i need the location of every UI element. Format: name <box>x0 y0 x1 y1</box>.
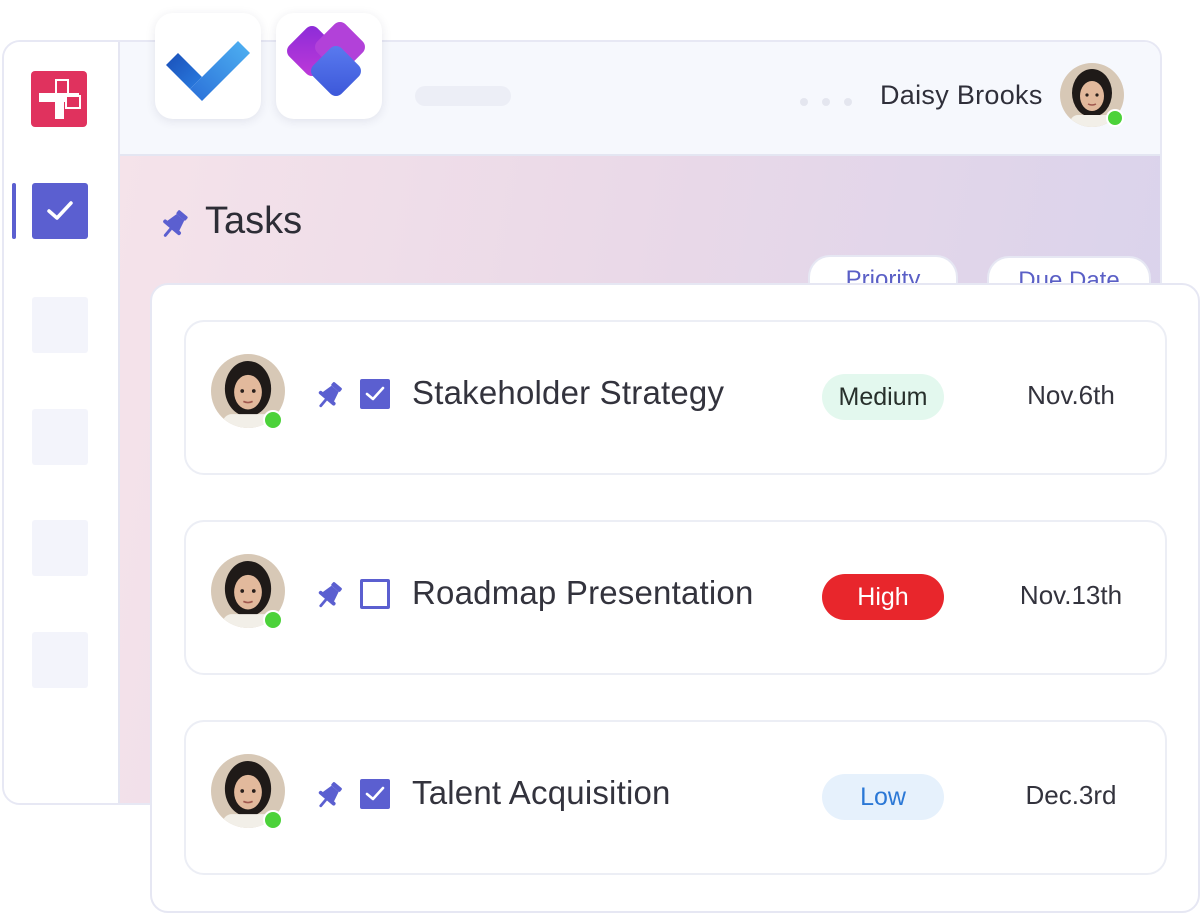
online-status-dot <box>1106 109 1124 127</box>
sidebar <box>4 42 120 803</box>
sidebar-item-3[interactable] <box>32 409 88 465</box>
task-row[interactable]: Stakeholder Strategy Medium Nov.6th <box>184 320 1167 475</box>
assignee-avatar <box>211 354 285 430</box>
task-title[interactable]: Stakeholder Strategy <box>412 374 724 412</box>
active-indicator <box>12 183 16 239</box>
task-checkbox[interactable] <box>360 779 390 809</box>
sidebar-item-4[interactable] <box>32 520 88 576</box>
task-checkbox[interactable] <box>360 379 390 409</box>
pin-icon[interactable] <box>312 379 346 413</box>
user-avatar[interactable] <box>1060 63 1124 127</box>
due-date: Nov.13th <box>1019 580 1123 610</box>
sidebar-item-5[interactable] <box>32 632 88 688</box>
sidebar-item-2[interactable] <box>32 297 88 353</box>
task-checkbox[interactable] <box>360 579 390 609</box>
priority-badge[interactable]: Medium <box>822 374 944 420</box>
due-date: Dec.3rd <box>1025 780 1117 810</box>
app-logo-icon[interactable] <box>31 71 87 127</box>
priority-badge[interactable]: Low <box>822 774 944 820</box>
task-title[interactable]: Roadmap Presentation <box>412 574 754 612</box>
task-row[interactable]: Talent Acquisition Low Dec.3rd <box>184 720 1167 875</box>
user-name: Daisy Brooks <box>880 80 1043 110</box>
assignee-avatar <box>211 554 285 630</box>
check-icon <box>365 786 385 801</box>
search-bar[interactable] <box>415 86 511 106</box>
assignee-avatar <box>211 754 285 830</box>
pin-icon[interactable] <box>312 779 346 813</box>
online-status-dot <box>263 810 283 830</box>
check-icon <box>47 201 73 220</box>
sidebar-item-tasks[interactable] <box>32 183 88 239</box>
online-status-dot <box>263 410 283 430</box>
more-options-icon[interactable] <box>800 93 866 111</box>
pin-icon[interactable] <box>312 579 346 613</box>
microsoft-todo-icon[interactable] <box>155 13 261 119</box>
task-title[interactable]: Talent Acquisition <box>412 774 671 812</box>
check-icon <box>365 386 385 401</box>
online-status-dot <box>263 610 283 630</box>
task-row[interactable]: Roadmap Presentation High Nov.13th <box>184 520 1167 675</box>
pin-icon <box>163 210 188 237</box>
due-date: Nov.6th <box>1027 380 1115 410</box>
microsoft-planner-icon[interactable] <box>276 13 382 119</box>
priority-badge[interactable]: High <box>822 574 944 620</box>
page-title: Tasks <box>205 200 303 242</box>
